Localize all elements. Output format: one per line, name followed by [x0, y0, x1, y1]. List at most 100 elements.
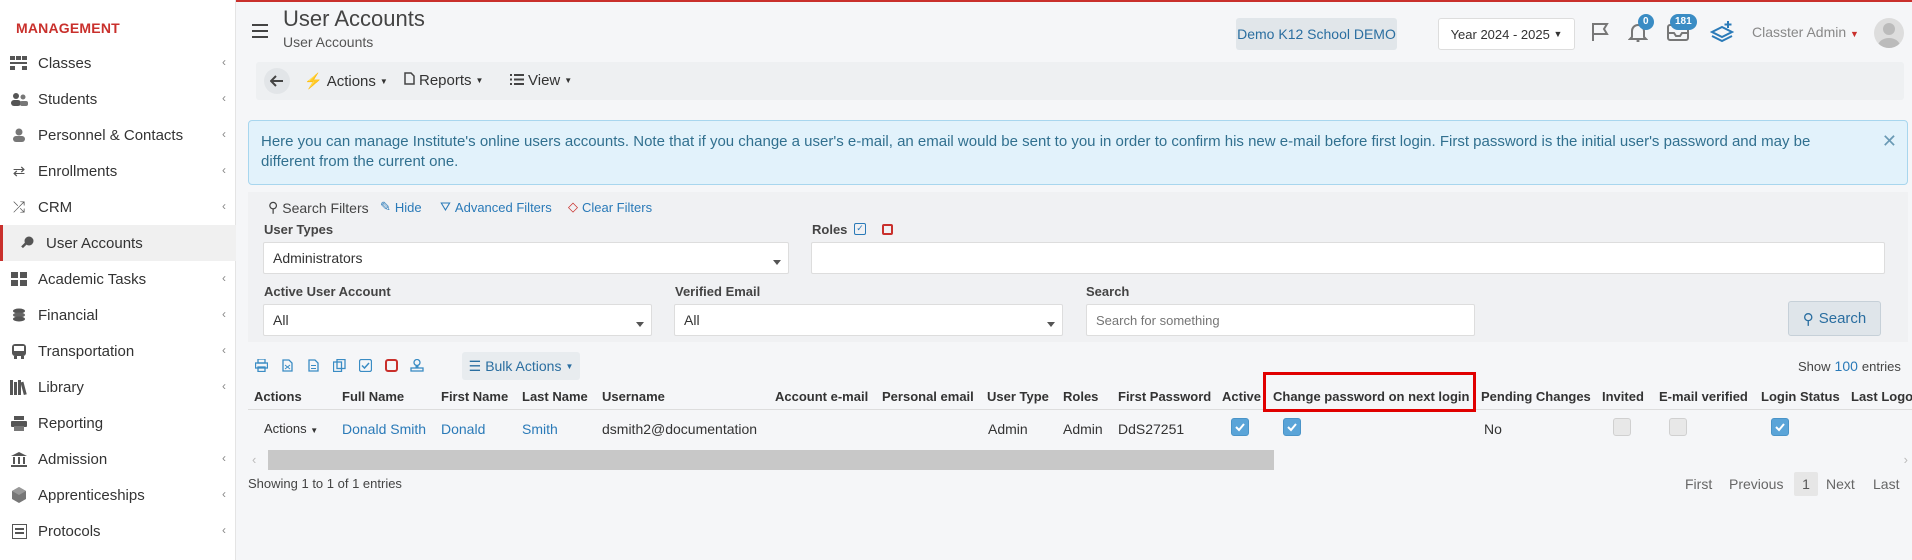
caret-down-icon: ▼ [1850, 29, 1859, 39]
user-types-select[interactable]: Administrators [263, 242, 789, 274]
reports-dropdown[interactable]: Reports ▼ [404, 72, 483, 89]
col-actions[interactable]: Actions [254, 389, 302, 404]
actions-dropdown[interactable]: ⚡ Actions ▼ [304, 72, 388, 91]
cell-full-name[interactable]: Donald Smith [342, 421, 426, 437]
hide-filters-link[interactable]: ✎ Hide [380, 199, 422, 215]
sidebar-item-admission[interactable]: Admission ‹ [0, 441, 236, 477]
sidebar-item-apprenticeships[interactable]: Apprenticeships ‹ [0, 477, 236, 513]
scroll-left-icon[interactable]: ‹ [252, 452, 256, 467]
excel-icon[interactable] [274, 352, 300, 378]
search-button-label: Search [1818, 310, 1867, 327]
sidebar-item-transportation[interactable]: Transportation ‹ [0, 333, 236, 369]
email-verified-checkbox[interactable] [1669, 418, 1687, 436]
sidebar-item-label: Enrollments [38, 162, 118, 180]
col-username[interactable]: Username [602, 389, 665, 404]
search-input[interactable] [1086, 304, 1475, 336]
col-last-name[interactable]: Last Name [522, 389, 588, 404]
col-account-email[interactable]: Account e-mail [775, 389, 868, 404]
layers-add-icon[interactable] [1708, 18, 1736, 46]
search-icon: ⚲ [268, 199, 279, 215]
col-personal-email[interactable]: Personal email [882, 389, 974, 404]
show-label: Show [1798, 359, 1831, 374]
cell-first-name[interactable]: Donald [441, 421, 485, 437]
deselect-all-roles-icon[interactable] [882, 224, 893, 235]
active-checkbox[interactable] [1231, 418, 1249, 436]
col-invited[interactable]: Invited [1602, 389, 1644, 404]
user-menu[interactable]: Classter Admin ▼ [1752, 24, 1859, 40]
pager-current-page[interactable]: 1 [1794, 472, 1818, 496]
word-icon[interactable] [300, 352, 326, 378]
active-account-select[interactable]: All [263, 304, 652, 336]
sidebar-item-financial[interactable]: Financial ‹ [0, 297, 236, 333]
library-icon [8, 379, 30, 395]
col-first-name[interactable]: First Name [441, 389, 508, 404]
col-email-verified[interactable]: E-mail verified [1659, 389, 1748, 404]
col-active[interactable]: Active [1222, 389, 1261, 404]
close-icon[interactable]: ✕ [1882, 131, 1897, 151]
col-pending-changes[interactable]: Pending Changes [1481, 389, 1591, 404]
sidebar-item-label: Apprenticeships [38, 486, 145, 504]
year-selector[interactable]: Year 2024 - 2025 ▼ [1438, 18, 1575, 50]
page-length-select[interactable]: 100 [1835, 358, 1858, 374]
sidebar-item-students[interactable]: Students ‹ [0, 81, 236, 117]
bulk-actions-label: Bulk Actions [485, 358, 562, 374]
login-status-checkbox[interactable] [1771, 418, 1789, 436]
financial-icon [8, 307, 30, 323]
sidebar-item-library[interactable]: Library ‹ [0, 369, 236, 405]
flag-icon[interactable] [1586, 18, 1614, 46]
cell-roles: Admin [1063, 421, 1103, 437]
school-selector-button[interactable]: Demo K12 School DEMO [1236, 18, 1397, 50]
sidebar-item-enrollments[interactable]: ⇄ Enrollments ‹ [0, 153, 236, 189]
col-user-type[interactable]: User Type [987, 389, 1049, 404]
col-roles[interactable]: Roles [1063, 389, 1098, 404]
sidebar-item-classes[interactable]: Classes ‹ [0, 45, 236, 81]
avatar[interactable] [1874, 18, 1904, 48]
clear-filters-link[interactable]: ◇ Clear Filters [568, 199, 652, 215]
sidebar-item-label: Financial [38, 306, 99, 324]
col-first-password[interactable]: First Password [1118, 389, 1211, 404]
sidebar-item-reporting[interactable]: Reporting [0, 405, 236, 441]
check-all-icon[interactable] [352, 352, 378, 378]
horizontal-scrollbar[interactable]: ‹ › [248, 450, 1912, 470]
verified-email-select[interactable]: All [674, 304, 1063, 336]
search-button[interactable]: ⚲ Search [1788, 301, 1881, 336]
print-icon[interactable] [248, 352, 274, 378]
sidebar-item-user-accounts[interactable]: User Accounts [0, 225, 236, 261]
search-filters-toggle[interactable]: ⚲ Search Filters [268, 199, 369, 216]
invited-checkbox[interactable] [1613, 418, 1631, 436]
pager-first[interactable]: First [1685, 476, 1712, 492]
uncheck-all-icon[interactable] [378, 352, 404, 378]
pager-next[interactable]: Next [1826, 476, 1855, 492]
sidebar-item-label: Students [38, 90, 98, 108]
enrollments-icon: ⇄ [12, 163, 26, 180]
scroll-right-icon[interactable]: › [1904, 452, 1908, 467]
clear-label: Clear Filters [582, 199, 653, 215]
cell-last-name[interactable]: Smith [522, 421, 558, 437]
menu-toggle-icon[interactable] [252, 24, 268, 38]
stamp-icon[interactable] [404, 352, 430, 378]
col-full-name[interactable]: Full Name [342, 389, 404, 404]
sidebar-item-personnel[interactable]: Personnel & Contacts ‹ [0, 117, 236, 153]
col-last-login[interactable]: Last Logo [1851, 389, 1912, 404]
sidebar-item-label: Academic Tasks [38, 270, 147, 288]
row-actions-dropdown[interactable]: Actions ▼ [264, 421, 318, 436]
back-arrow-icon[interactable] [264, 68, 290, 94]
change-password-checkbox[interactable] [1283, 418, 1301, 436]
pager-last[interactable]: Last [1873, 476, 1899, 492]
pager-previous[interactable]: Previous [1729, 476, 1783, 492]
sidebar-item-label: User Accounts [46, 234, 143, 252]
col-login-status[interactable]: Login Status [1761, 389, 1840, 404]
bulk-actions-dropdown[interactable]: ☰ Bulk Actions ▼ [462, 352, 580, 380]
select-all-roles-icon[interactable]: ✓ [854, 223, 866, 235]
copy-icon[interactable] [326, 352, 352, 378]
sidebar-item-academic-tasks[interactable]: Academic Tasks ‹ [0, 261, 236, 297]
active-account-label: Active User Account [264, 284, 391, 299]
scrollbar-thumb[interactable] [268, 450, 1274, 470]
header-divider [248, 409, 1912, 410]
personnel-icon [8, 127, 30, 143]
sidebar-item-protocols[interactable]: Protocols ‹ [0, 513, 236, 549]
sidebar-item-crm[interactable]: ⤮ CRM ‹ [0, 189, 236, 225]
roles-select[interactable] [811, 242, 1885, 274]
view-dropdown[interactable]: View ▼ [510, 72, 572, 89]
advanced-filters-link[interactable]: ⛛ Advanced Filters [440, 199, 552, 215]
